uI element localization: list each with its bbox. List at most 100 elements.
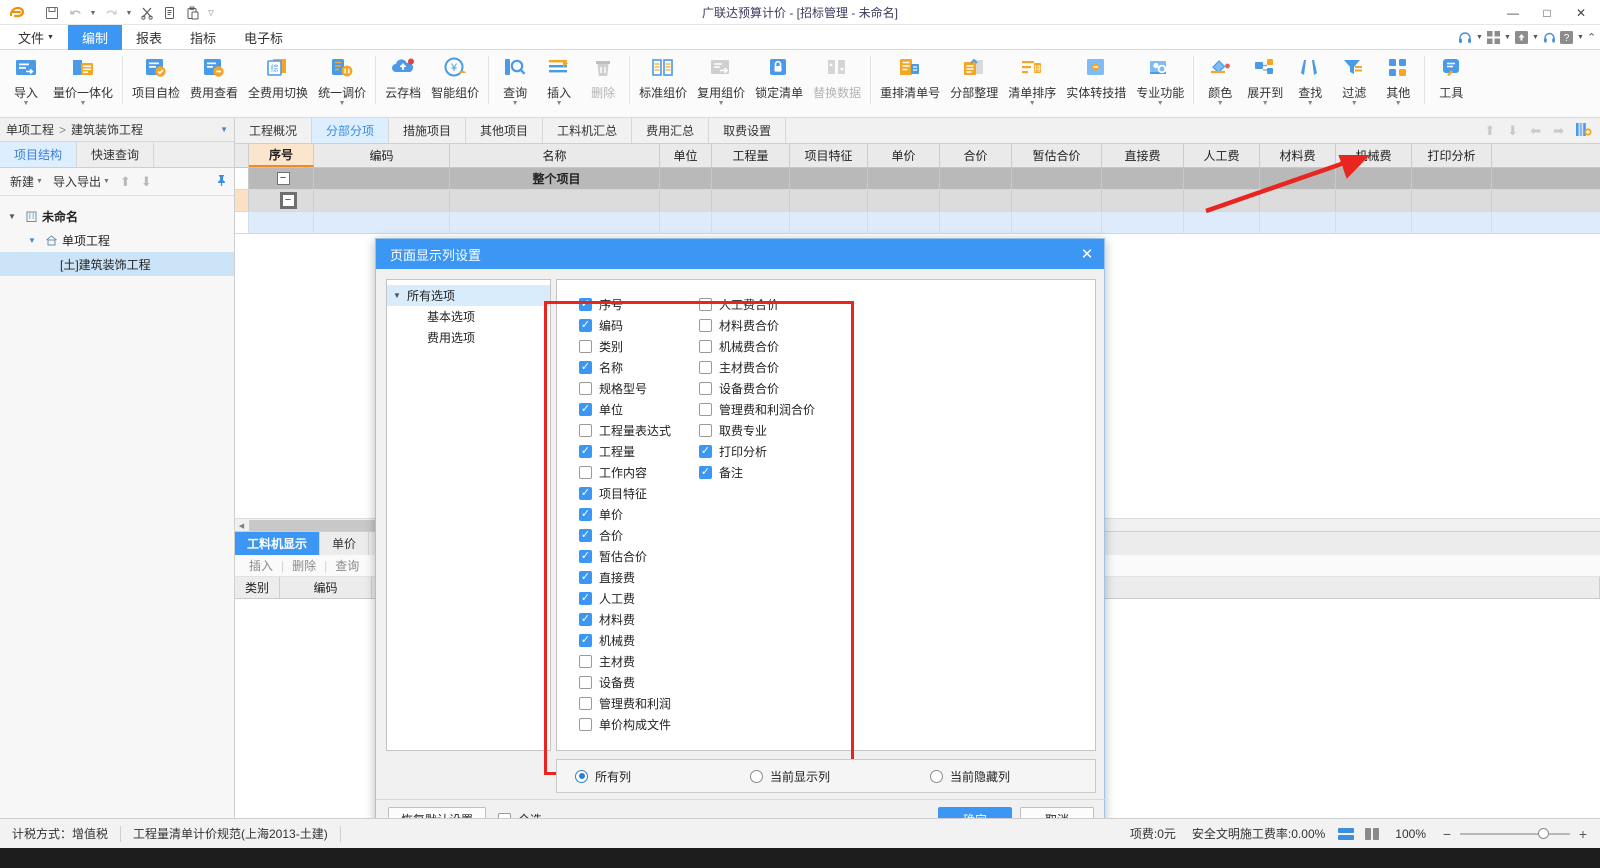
checkbox-box[interactable] [579,571,592,584]
delete-button[interactable]: 删除 [284,557,324,574]
grid-apps-icon[interactable] [1486,28,1501,48]
ribbon-button-list-sort[interactable]: 排 清单排序 ▼ [1003,50,1061,112]
row-feature[interactable] [790,212,868,233]
checkbox-quantity[interactable]: 工程量 [579,441,699,462]
quick-access-dropdown-icon[interactable]: ▽ [206,3,216,23]
chevron-down-icon[interactable]: ▼ [23,100,30,108]
grid-header-material-fee[interactable]: 材料费 [1260,144,1336,167]
row-name[interactable]: 整个项目 [450,168,660,189]
ribbon-button-lock-list[interactable]: 锁定清单 [750,50,808,112]
cut-icon[interactable] [137,3,157,23]
checkbox-box[interactable] [699,340,712,353]
checkbox-remarks[interactable]: 备注 [699,462,859,483]
checkbox-spec-model[interactable]: 规格型号 [579,378,699,399]
collapse-icon[interactable]: − [279,192,297,209]
row-code[interactable] [314,190,450,211]
checkbox-box[interactable] [699,466,712,479]
radio-circle[interactable] [930,769,943,783]
grid-header-serial[interactable]: 序号 [249,144,314,167]
row-handle[interactable] [235,212,249,233]
tree-node-single-project[interactable]: ▼ 单项工程 [0,228,234,252]
checkbox-management-profit-total[interactable]: 管理费和利润合价 [699,399,859,420]
insert-button[interactable]: 插入 [241,557,281,574]
checkbox-box[interactable] [699,445,712,458]
ribbon-button-standard-price[interactable]: 标准组价 [634,50,692,112]
ribbon-button-price-integration[interactable]: 量价一体化 ▼ [48,50,118,112]
row-machine-fee[interactable] [1336,190,1412,211]
collapse-ribbon-icon[interactable]: ⌃ [1587,31,1596,44]
ribbon-button-insert[interactable]: 插入 ▼ [537,50,581,112]
checkbox-box[interactable] [579,718,592,731]
tree-node-all-options[interactable]: ▼ 所有选项 [387,285,550,306]
checkbox-equipment-fee-total[interactable]: 设备费合价 [699,378,859,399]
ribbon-button-renumber-list[interactable]: 重排清单号 [875,50,945,112]
ribbon-button-reuse-price[interactable]: 复用组价 ▼ [692,50,750,112]
tab-section-items[interactable]: 分部分项 [312,118,390,143]
checkbox-box[interactable] [579,655,592,668]
checkbox-box[interactable] [579,466,592,479]
save-icon[interactable] [42,3,62,23]
twisty-icon[interactable]: ▼ [28,236,42,245]
checkbox-box[interactable] [699,361,712,374]
row-print-analysis[interactable] [1412,212,1492,233]
close-button[interactable]: ✕ [1564,1,1598,25]
checkbox-name[interactable]: 名称 [579,357,699,378]
column-settings-icon[interactable] [1576,122,1592,140]
row-code[interactable] [314,168,450,189]
menu-item-indicator[interactable]: 指标 [176,25,230,50]
row-total[interactable] [940,168,1012,189]
checkbox-box[interactable] [579,613,592,626]
row-name[interactable] [450,212,660,233]
checkbox-fee-specialty[interactable]: 取费专业 [699,420,859,441]
move-up-icon[interactable]: ⬆ [116,174,135,190]
table-row[interactable]: − 整个项目 [235,168,1600,190]
checkbox-unit-price[interactable]: 单价 [579,504,699,525]
radio-circle[interactable] [750,769,763,783]
row-unit[interactable] [660,190,712,211]
headset-dropdown-icon[interactable]: ▼ [1475,34,1484,41]
row-material-fee[interactable] [1260,190,1336,211]
row-material-fee[interactable] [1260,212,1336,233]
row-expander-cell[interactable]: − [249,168,314,189]
menu-item-report[interactable]: 报表 [122,25,176,50]
radio-visible-columns[interactable]: 当前显示列 [750,768,930,785]
checkbox-box[interactable] [579,361,592,374]
radio-circle[interactable] [575,769,588,783]
help-dropdown-icon[interactable]: ▼ [1576,34,1585,41]
ribbon-button-import[interactable]: 导入 ▼ [4,50,48,112]
checkbox-box[interactable] [579,382,592,395]
row-estimated-total[interactable] [1012,190,1102,211]
tab-labor-material-machine[interactable]: 工料机汇总 [543,118,633,143]
checkbox-box[interactable] [579,592,592,605]
redo-dropdown-icon[interactable]: ▼ [124,3,134,23]
checkbox-box[interactable] [579,676,592,689]
checkbox-box[interactable] [699,424,712,437]
checkbox-quantity-expression[interactable]: 工程量表达式 [579,420,699,441]
checkbox-box[interactable] [579,340,592,353]
chevron-down-icon[interactable]: ▼ [1395,100,1402,108]
ribbon-button-other[interactable]: 其他 ▼ [1376,50,1420,112]
checkbox-machine-fee-total[interactable]: 机械费合价 [699,336,859,357]
undo-dropdown-icon[interactable]: ▼ [88,3,98,23]
row-unitprice[interactable] [868,168,940,189]
checkbox-material-fee[interactable]: 材料费 [579,609,699,630]
support-icon[interactable] [1542,28,1557,48]
tab-other-items[interactable]: 其他项目 [466,118,544,143]
paste-icon[interactable] [183,3,203,23]
help-icon[interactable]: ? [1559,28,1574,48]
tab-project-overview[interactable]: 工程概况 [235,118,313,143]
tree-node-basic-options[interactable]: 基本选项 [387,306,550,327]
checkbox-labor-fee-total[interactable]: 人工费合价 [699,294,859,315]
maximize-button[interactable]: □ [1530,1,1564,25]
move-down-icon[interactable]: ⬇ [1507,123,1518,139]
tab-project-structure[interactable]: 项目结构 [0,142,78,167]
tab-fee-summary[interactable]: 费用汇总 [632,118,710,143]
chevron-down-icon[interactable]: ▼ [220,125,228,134]
zoom-track[interactable] [1460,827,1570,839]
row-total[interactable] [940,190,1012,211]
ribbon-button-self-check[interactable]: 项目自检 [127,50,185,112]
zoom-slider[interactable]: − + [1440,826,1590,842]
table-row[interactable]: − [235,190,1600,212]
row-quantity[interactable] [712,168,790,189]
grid-header-feature[interactable]: 项目特征 [790,144,868,167]
